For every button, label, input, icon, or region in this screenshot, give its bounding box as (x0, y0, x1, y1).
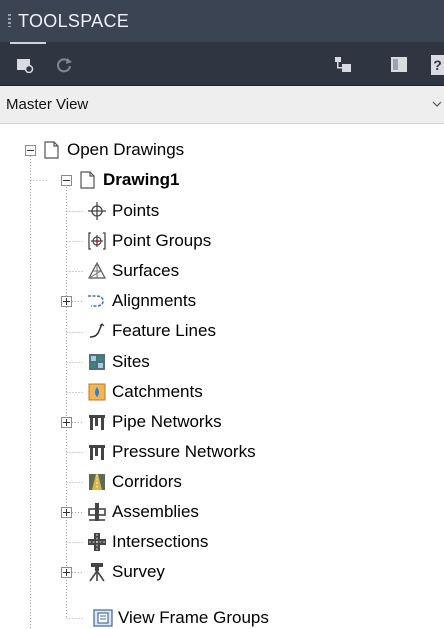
tree-item-label: Point Groups (112, 231, 212, 250)
tree-item-label: Drawing1 (103, 170, 180, 189)
collapse-drawing1-toggle[interactable] (61, 175, 72, 186)
tree-item-label: Points (112, 201, 160, 220)
points-icon (88, 202, 106, 220)
panel-title: TOOLSPACE (18, 11, 130, 31)
tree-item-label: Pressure Networks (112, 442, 256, 461)
refresh-icon[interactable] (55, 56, 73, 74)
view-selector-value: Master View (6, 96, 89, 113)
drag-grip-icon[interactable] (8, 14, 11, 27)
tree-item-label: Intersections (112, 532, 209, 551)
pressure-networks-icon (89, 445, 105, 460)
tree-item-label: Pipe Networks (112, 412, 222, 431)
item-view-icon[interactable] (333, 55, 353, 75)
prospector-tree: Open Drawings Drawing1 Points Point Grou… (0, 124, 444, 629)
view-selector-dropdown[interactable]: Master View (0, 86, 444, 124)
collapse-open-drawings-toggle[interactable] (25, 145, 36, 156)
toolbar: ? (0, 42, 444, 86)
tree-item-label: Corridors (112, 472, 182, 491)
expand-alignments-toggle[interactable] (61, 296, 72, 307)
svg-text:?: ? (433, 57, 442, 73)
expand-assemblies-toggle[interactable] (61, 507, 72, 518)
view-frame-groups-icon (93, 609, 113, 627)
catchments-icon (88, 383, 106, 401)
tree-item-label: Surfaces (112, 261, 180, 280)
intersections-icon (88, 533, 106, 551)
tree-item-label: Sites (112, 352, 150, 371)
tree-item-label: Open Drawings (67, 140, 185, 159)
assemblies-icon (88, 503, 106, 521)
survey-icon (89, 563, 105, 582)
point-groups-icon (88, 232, 106, 250)
expand-pipe-networks-toggle[interactable] (61, 417, 72, 428)
toolspace-title-bar[interactable]: TOOLSPACE (0, 0, 444, 42)
document-icon (80, 171, 95, 189)
chevron-down-icon[interactable] (432, 96, 442, 112)
tree-connector-lines (30, 156, 84, 629)
tree-item-label: Catchments (112, 382, 203, 401)
tree-item-label: Alignments (112, 291, 197, 310)
sites-icon (89, 354, 105, 370)
toggle-panel-icon[interactable] (390, 56, 408, 73)
corridors-icon (89, 474, 105, 490)
document-icon (44, 141, 59, 159)
tree-item-label: Assemblies (112, 502, 199, 521)
help-icon[interactable]: ? (431, 55, 444, 75)
tree-item-label: Feature Lines (112, 321, 216, 340)
tree-item-label: View Frame Groups (118, 608, 269, 627)
alignments-icon (88, 295, 104, 307)
prospector-icon[interactable] (16, 57, 34, 73)
expand-survey-toggle[interactable] (61, 567, 72, 578)
pipe-networks-icon (89, 415, 105, 430)
active-tab-indicator (10, 42, 46, 44)
feature-lines-icon (89, 323, 105, 338)
tree-item-label: Survey (112, 562, 165, 581)
surfaces-icon (88, 261, 106, 279)
